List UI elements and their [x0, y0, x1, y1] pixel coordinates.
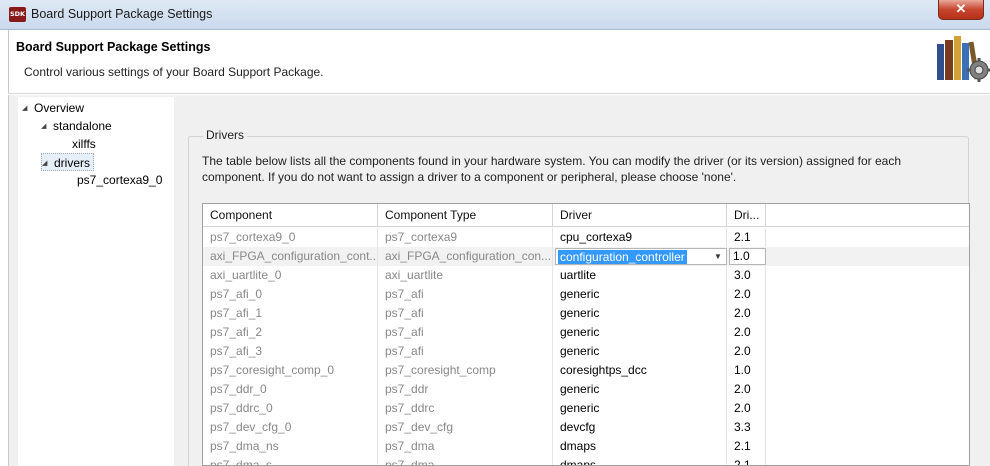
component-type-cell[interactable]: ps7_ddr: [378, 380, 553, 399]
driver-version-cell[interactable]: 2.0: [727, 380, 766, 399]
driver-cell[interactable]: generic: [553, 323, 727, 342]
table-row[interactable]: ps7_dma_ns ps7_dma dmaps 2.1: [203, 437, 969, 456]
tree-item-label: standalone: [53, 119, 112, 133]
driver-cell[interactable]: generic: [553, 380, 727, 399]
driver-cell[interactable]: generic: [553, 285, 727, 304]
table-row[interactable]: axi_uartlite_0 axi_uartlite uartlite 3.0: [203, 266, 969, 285]
window-title-bar[interactable]: SDK Board Support Package Settings ✕: [0, 0, 990, 30]
dialog-description: Control various settings of your Board S…: [24, 65, 324, 79]
drivers-group-label: Drivers: [203, 128, 247, 142]
table-row[interactable]: ps7_cortexa9_0 ps7_cortexa9 cpu_cortexa9 2.…: [203, 228, 969, 247]
column-header-component-type[interactable]: Component Type: [378, 204, 553, 227]
driver-version-cell[interactable]: 2.1: [727, 228, 766, 247]
drivers-description: The table below lists all the components…: [202, 154, 902, 184]
component-type-cell[interactable]: ps7_afi: [378, 342, 553, 361]
component-cell[interactable]: ps7_dma_s: [203, 456, 378, 465]
component-cell[interactable]: ps7_afi_3: [203, 342, 378, 361]
component-type-cell[interactable]: axi_uartlite: [378, 266, 553, 285]
component-cell[interactable]: ps7_dev_cfg_0: [203, 418, 378, 437]
table-header: Component Component Type Driver Dri...: [203, 204, 969, 227]
expand-arrow-icon[interactable]: ◢: [41, 118, 53, 136]
component-cell[interactable]: ps7_coresight_comp_0: [203, 361, 378, 380]
component-type-cell[interactable]: ps7_afi: [378, 285, 553, 304]
column-header-component[interactable]: Component: [203, 204, 378, 227]
tree-item-standalone[interactable]: ◢ standalone: [41, 117, 112, 135]
component-type-cell[interactable]: ps7_coresight_comp: [378, 361, 553, 380]
tree-item-drivers[interactable]: ◢ drivers: [41, 153, 95, 173]
driver-version-cell[interactable]: 2.0: [727, 285, 766, 304]
drivers-table[interactable]: Component Component Type Driver Dri... p…: [202, 203, 970, 466]
table-row[interactable]: ps7_afi_0 ps7_afi generic 2.0: [203, 285, 969, 304]
component-cell[interactable]: ps7_ddrc_0: [203, 399, 378, 418]
tree-item-ps7-cortexa9-0[interactable]: ps7_cortexa9_0: [77, 171, 162, 189]
driver-version-cell[interactable]: 2.1: [727, 456, 766, 465]
close-window-button[interactable]: ✕: [938, 0, 984, 20]
driver-version-cell[interactable]: 2.0: [727, 342, 766, 361]
component-cell[interactable]: axi_FPGA_configuration_cont...: [203, 247, 378, 266]
column-header-driver[interactable]: Driver: [553, 204, 727, 227]
table-row[interactable]: ps7_afi_1 ps7_afi generic 2.0: [203, 304, 969, 323]
driver-cell[interactable]: uartlite: [553, 266, 727, 285]
settings-body: ◢ Overview ◢ standalone xilffs ◢ drivers ps…: [8, 95, 990, 466]
driver-cell[interactable]: devcfg: [553, 418, 727, 437]
component-cell[interactable]: ps7_dma_ns: [203, 437, 378, 456]
driver-version-cell[interactable]: 2.1: [727, 437, 766, 456]
table-row[interactable]: ps7_dev_cfg_0 ps7_dev_cfg devcfg 3.3: [203, 418, 969, 437]
table-row[interactable]: ps7_coresight_comp_0 ps7_coresight_comp co…: [203, 361, 969, 380]
component-type-cell[interactable]: ps7_afi: [378, 304, 553, 323]
dialog-title: Board Support Package Settings: [16, 40, 211, 54]
books-gear-icon: [937, 36, 990, 82]
component-cell[interactable]: ps7_cortexa9_0: [203, 228, 378, 247]
driver-cell[interactable]: generic: [553, 399, 727, 418]
tree-item-label: xilffs: [72, 137, 96, 151]
driver-version-field[interactable]: 1.0: [729, 248, 766, 265]
component-type-cell[interactable]: axi_FPGA_configuration_con...: [378, 247, 553, 266]
driver-cell[interactable]: generic: [553, 304, 727, 323]
driver-combobox[interactable]: configuration_controller ▼: [555, 248, 727, 265]
tree-item-overview[interactable]: ◢ Overview: [22, 99, 84, 117]
component-cell[interactable]: ps7_afi_0: [203, 285, 378, 304]
table-row[interactable]: ps7_afi_2 ps7_afi generic 2.0: [203, 323, 969, 342]
table-row[interactable]: ps7_afi_3 ps7_afi generic 2.0: [203, 342, 969, 361]
component-cell[interactable]: ps7_afi_2: [203, 323, 378, 342]
component-type-cell[interactable]: ps7_ddrc: [378, 399, 553, 418]
driver-cell[interactable]: dmaps: [553, 456, 727, 465]
tree-item-label: drivers: [54, 156, 91, 170]
column-header-driver-version[interactable]: Dri...: [727, 204, 766, 227]
tree-item-xilffs[interactable]: xilffs: [72, 135, 96, 153]
table-row[interactable]: ps7_dma_s ps7_dma dmaps 2.1: [203, 456, 969, 465]
driver-version-cell[interactable]: 3.3: [727, 418, 766, 437]
driver-cell[interactable]: generic: [553, 342, 727, 361]
table-row[interactable]: ps7_ddr_0 ps7_ddr generic 2.0: [203, 380, 969, 399]
dropdown-arrow-icon[interactable]: ▼: [713, 249, 723, 264]
expand-arrow-icon[interactable]: ◢: [22, 100, 34, 118]
tree-item-label: Overview: [34, 101, 85, 115]
table-row[interactable]: axi_FPGA_configuration_cont... axi_FPGA_c…: [203, 247, 969, 266]
driver-cell[interactable]: dmaps: [553, 437, 727, 456]
driver-cell[interactable]: cpu_cortexa9: [553, 228, 727, 247]
dialog-header: Board Support Package Settings Control v…: [8, 30, 990, 94]
component-type-cell[interactable]: ps7_cortexa9: [378, 228, 553, 247]
tree-item-label: ps7_cortexa9_0: [77, 173, 163, 187]
expand-arrow-icon[interactable]: ◢: [42, 155, 54, 173]
component-type-cell[interactable]: ps7_afi: [378, 323, 553, 342]
table-row[interactable]: ps7_ddrc_0 ps7_ddrc generic 2.0: [203, 399, 969, 418]
driver-version-cell[interactable]: 1.0: [727, 361, 766, 380]
driver-combobox-value: configuration_controller: [558, 250, 687, 264]
component-cell[interactable]: ps7_afi_1: [203, 304, 378, 323]
window-title: Board Support Package Settings: [31, 7, 213, 21]
navigation-tree[interactable]: ◢ Overview ◢ standalone xilffs ◢ drivers ps…: [18, 97, 174, 466]
component-type-cell[interactable]: ps7_dma: [378, 456, 553, 465]
driver-version-cell[interactable]: 2.0: [727, 399, 766, 418]
component-cell[interactable]: axi_uartlite_0: [203, 266, 378, 285]
driver-version-cell[interactable]: 2.0: [727, 304, 766, 323]
driver-cell[interactable]: coresightps_dcc: [553, 361, 727, 380]
sdk-app-icon: SDK: [9, 7, 26, 22]
component-type-cell[interactable]: ps7_dma: [378, 437, 553, 456]
component-cell[interactable]: ps7_ddr_0: [203, 380, 378, 399]
component-type-cell[interactable]: ps7_dev_cfg: [378, 418, 553, 437]
driver-version-cell[interactable]: 2.0: [727, 323, 766, 342]
driver-version-cell[interactable]: 3.0: [727, 266, 766, 285]
